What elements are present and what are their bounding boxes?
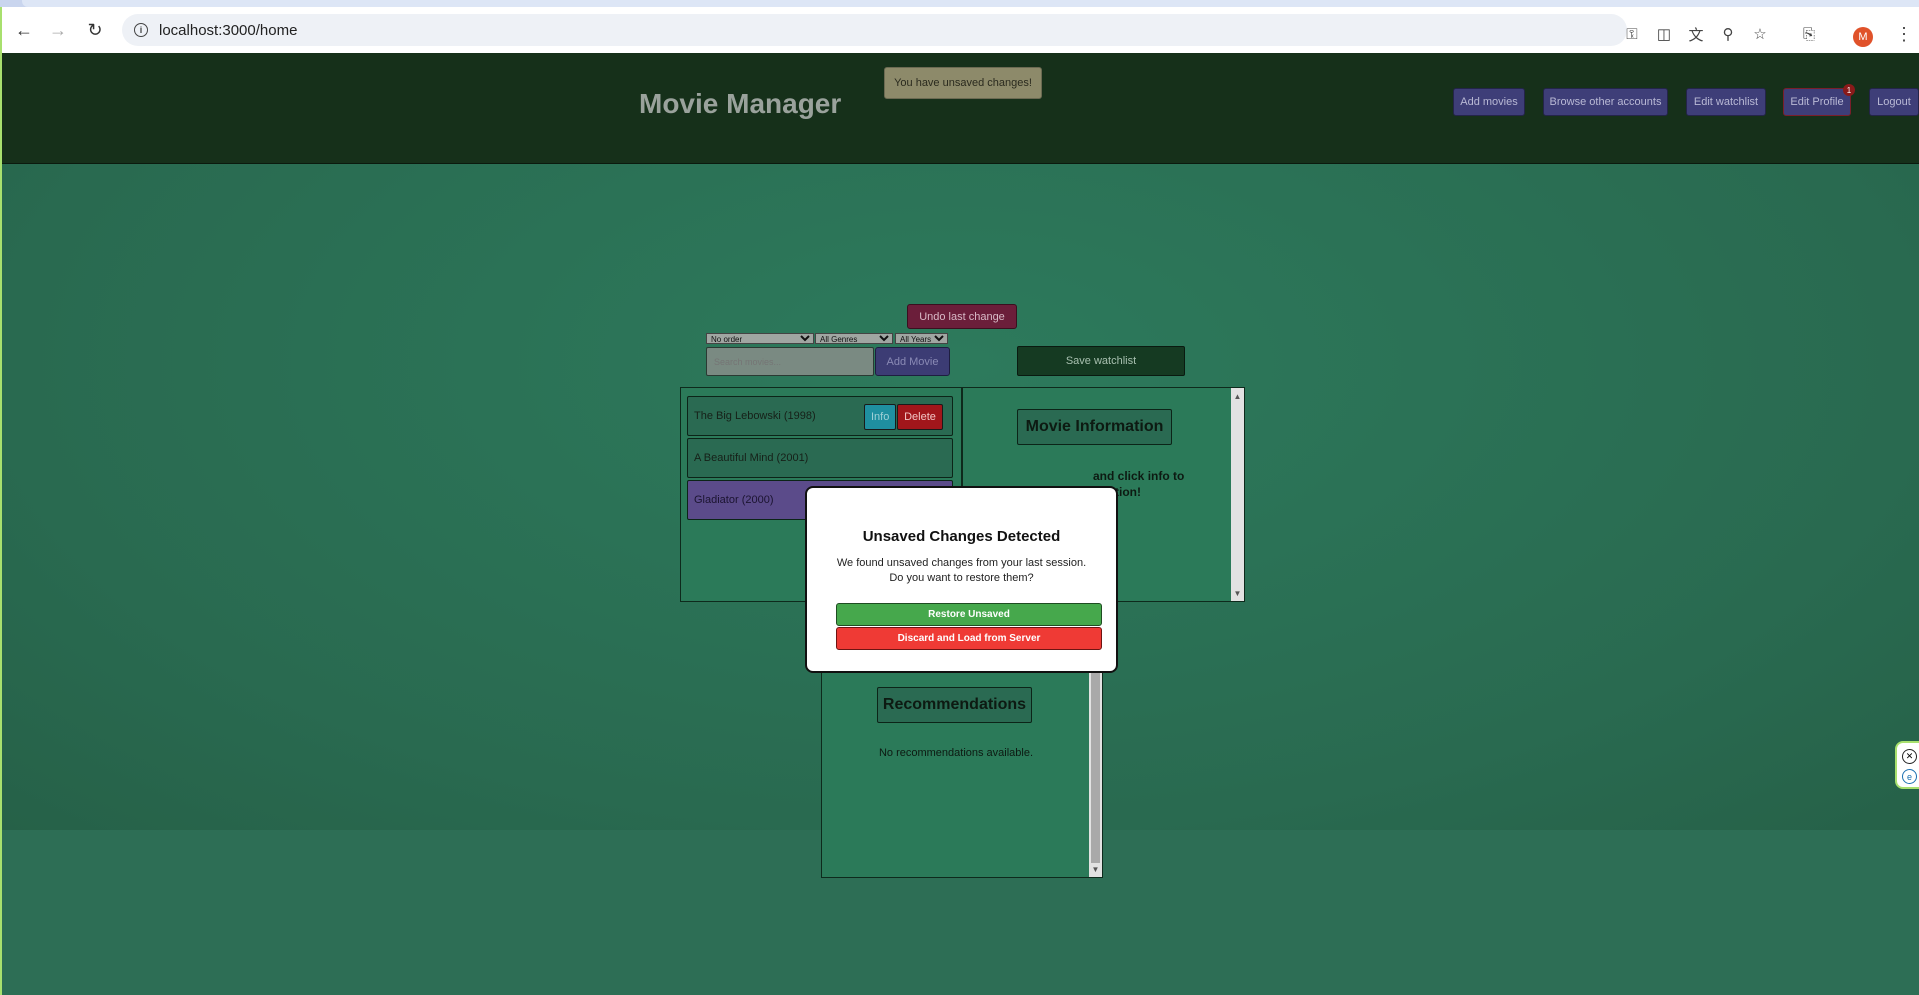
url-text[interactable]: localhost:3000/home [159, 22, 297, 39]
discard-load-server-button[interactable]: Discard and Load from Server [836, 627, 1102, 650]
logout-button[interactable]: Logout [1869, 88, 1919, 116]
browser-menu-icon[interactable]: ⋮ [1895, 25, 1913, 43]
app-header: Movie Manager You have unsaved changes! … [2, 53, 1919, 164]
address-bar[interactable]: i localhost:3000/home [122, 14, 1627, 46]
restore-unsaved-button[interactable]: Restore Unsaved [836, 603, 1102, 626]
bookmark-star-icon[interactable]: ☆ [1750, 24, 1770, 44]
search-input[interactable] [706, 347, 874, 376]
movie-info-title: Movie Information [1017, 409, 1172, 445]
app-background: Movie Manager You have unsaved changes! … [2, 53, 1919, 878]
unsaved-changes-modal: Unsaved Changes Detected We found unsave… [805, 486, 1118, 673]
translate-icon[interactable]: 文 [1686, 24, 1706, 44]
save-watchlist-button[interactable]: Save watchlist [1017, 346, 1185, 376]
page: Movie Manager You have unsaved changes! … [0, 53, 1919, 995]
year-select[interactable]: All Years [895, 333, 948, 344]
add-movies-button[interactable]: Add movies [1453, 88, 1525, 116]
scroll-thumb[interactable] [1091, 673, 1100, 863]
install-app-icon[interactable]: ◫ [1654, 24, 1674, 44]
tab-strip [0, 0, 1919, 7]
assistant-icon[interactable]: e [1902, 769, 1917, 784]
undo-button[interactable]: Undo last change [907, 304, 1017, 329]
recommendations-panel: Recommendations No recommendations avail… [821, 656, 1103, 878]
modal-message: We found unsaved changes from your last … [836, 557, 1087, 584]
password-key-icon[interactable]: ⚿ [1622, 24, 1642, 44]
order-select[interactable]: No order [706, 333, 814, 344]
reload-icon[interactable]: ↻ [83, 18, 107, 42]
extensions-icon[interactable]: ⎘ [1799, 24, 1819, 44]
delete-button[interactable]: Delete [897, 404, 943, 430]
movie-title: The Big Lebowski (1998) [694, 410, 816, 422]
recommendations-title: Recommendations [877, 687, 1032, 723]
movie-title: Gladiator (2000) [694, 494, 774, 506]
scroll-up-icon[interactable]: ▲ [1231, 390, 1244, 402]
unsaved-changes-toast: You have unsaved changes! [884, 67, 1042, 99]
side-widget: ✕ e [1895, 741, 1919, 789]
browse-accounts-button[interactable]: Browse other accounts [1543, 88, 1668, 116]
movie-title: A Beautiful Mind (2001) [694, 452, 809, 464]
site-info-icon[interactable]: i [134, 23, 148, 37]
edit-watchlist-button[interactable]: Edit watchlist [1686, 88, 1766, 116]
add-movie-button[interactable]: Add Movie [875, 347, 950, 376]
close-icon[interactable]: ✕ [1902, 749, 1917, 764]
tab-strip-bg [22, 0, 1919, 7]
watchlist-item[interactable]: The Big Lebowski (1998) Info Delete [687, 396, 953, 436]
browser-toolbar: ← → ↻ i localhost:3000/home ⚿ ◫ 文 ⚲ ☆ ⎘ … [0, 7, 1919, 53]
modal-title: Unsaved Changes Detected [862, 528, 1061, 545]
scroll-down-icon[interactable]: ▼ [1089, 863, 1102, 875]
edit-profile-button[interactable]: Edit Profile [1783, 88, 1851, 116]
info-button[interactable]: Info [864, 404, 896, 430]
movie-info-scrollbar[interactable]: ▲ ▼ [1231, 388, 1244, 601]
back-icon[interactable]: ← [12, 18, 36, 42]
app-title: Movie Manager [639, 88, 842, 119]
recommendations-empty: No recommendations available. [878, 747, 1034, 759]
edit-profile-badge: 1 [1843, 84, 1855, 96]
scroll-down-icon[interactable]: ▼ [1231, 587, 1244, 599]
genre-select[interactable]: All Genres [815, 333, 893, 344]
recommendations-scrollbar[interactable]: ▲ ▼ [1089, 657, 1102, 877]
profile-avatar[interactable]: M [1853, 27, 1873, 47]
zoom-icon[interactable]: ⚲ [1718, 24, 1738, 44]
watchlist-item[interactable]: A Beautiful Mind (2001) [687, 438, 953, 478]
forward-icon[interactable]: → [46, 18, 70, 42]
